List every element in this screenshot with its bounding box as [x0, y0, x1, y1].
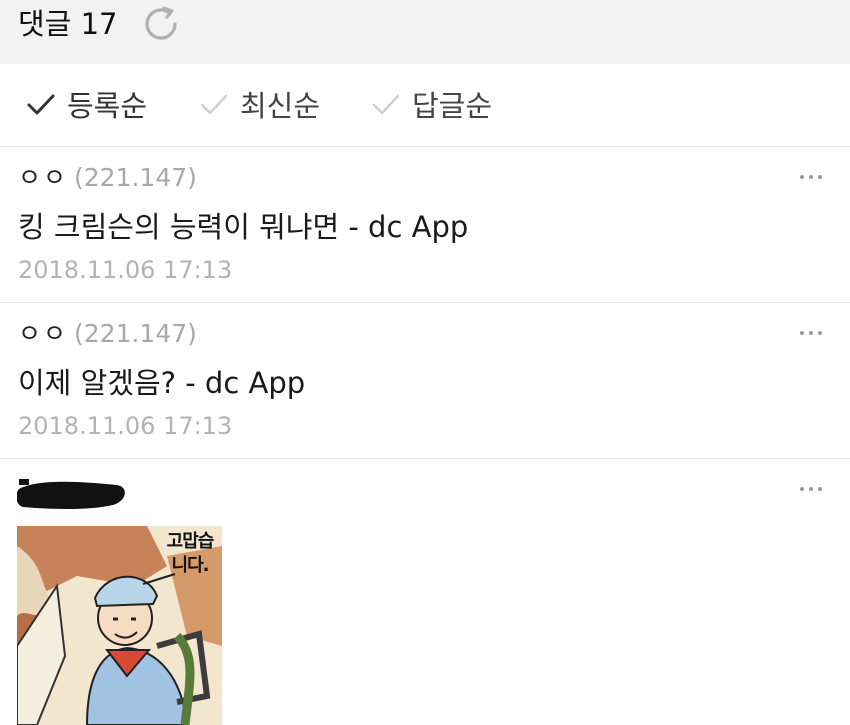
check-icon	[27, 94, 55, 115]
comment-date: 2018.11.06 17:13	[18, 412, 233, 440]
check-icon	[200, 94, 228, 115]
comment-author[interactable]: ㅇㅇ (221.147)	[18, 161, 197, 195]
sort-label-replies: 답글순	[412, 89, 493, 123]
comment-text: 이제 알겠음? - dc App	[18, 366, 306, 400]
refresh-icon[interactable]	[139, 2, 183, 46]
sort-bar: 등록순 최신순 답글순	[0, 64, 850, 147]
comment-text: 킹 크림슨의 능력이 뭐냐면 - dc App	[18, 210, 469, 244]
sort-label-registration: 등록순	[67, 89, 148, 123]
redacted-author	[17, 479, 125, 509]
comment-count-title: 댓글 17	[18, 7, 118, 41]
author-name: ㅇㅇ	[18, 319, 69, 348]
more-icon[interactable]	[800, 173, 822, 181]
comment-item: ㅇㅇ (221.147) 킹 크림슨의 능력이 뭐냐면 - dc App 2018…	[0, 147, 850, 303]
check-icon	[372, 94, 400, 115]
comment-item: 고맙습 니다.	[0, 459, 850, 725]
sort-label-latest: 최신순	[240, 89, 321, 123]
comment-author[interactable]: ㅇㅇ (221.147)	[18, 317, 197, 351]
author-ip: (221.147)	[74, 319, 197, 348]
image-caption: 고맙습 니다.	[166, 531, 215, 576]
comment-date: 2018.11.06 17:13	[18, 256, 233, 284]
comment-item: ㅇㅇ (221.147) 이제 알겠음? - dc App 2018.11.06 …	[0, 303, 850, 459]
author-ip: (221.147)	[74, 163, 197, 192]
more-icon[interactable]	[800, 485, 822, 493]
comments-header: 댓글 17	[0, 0, 850, 64]
more-icon[interactable]	[800, 329, 822, 337]
comment-image[interactable]: 고맙습 니다.	[17, 526, 222, 725]
author-name: ㅇㅇ	[18, 163, 69, 192]
